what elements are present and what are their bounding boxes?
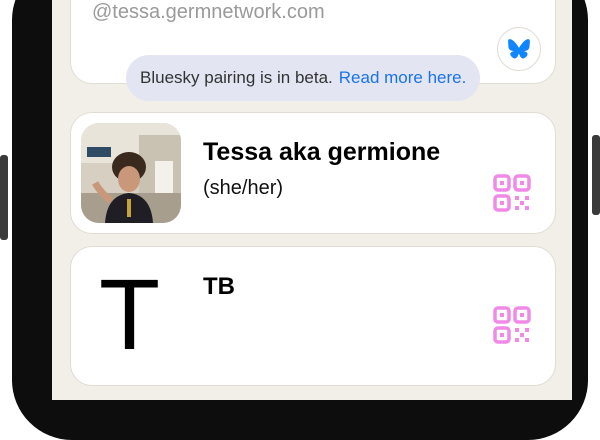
beta-text: Bluesky pairing is in beta.	[140, 68, 333, 87]
power-button	[592, 135, 600, 215]
profile-name: Tessa aka germione	[203, 138, 441, 166]
bluesky-button[interactable]	[497, 27, 541, 71]
qr-code-button[interactable]	[493, 174, 531, 212]
avatar	[81, 123, 181, 223]
read-more-link[interactable]: Read more here.	[339, 68, 467, 88]
avatar-letter: T	[99, 259, 161, 371]
butterfly-icon	[508, 39, 530, 59]
qr-code-button[interactable]	[493, 306, 531, 344]
profile-card-tessa[interactable]: Tessa aka germione (she/her)	[70, 112, 556, 234]
qr-code-icon	[493, 306, 531, 344]
handle-text: @tessa.germnetwork.com	[92, 1, 325, 23]
beta-banner: Bluesky pairing is in beta. Read more he…	[126, 55, 481, 101]
side-button	[0, 155, 8, 240]
profile-pronouns: (she/her)	[203, 177, 284, 199]
profile-name: TB	[203, 273, 235, 300]
qr-code-icon	[493, 174, 531, 212]
avatar-photo	[81, 123, 181, 223]
phone-frame: @tessa.germnetwork.com Bluesky pairing i…	[0, 0, 600, 440]
profile-card-tb[interactable]: T TB	[70, 246, 556, 386]
screen: @tessa.germnetwork.com Bluesky pairing i…	[52, 0, 572, 400]
